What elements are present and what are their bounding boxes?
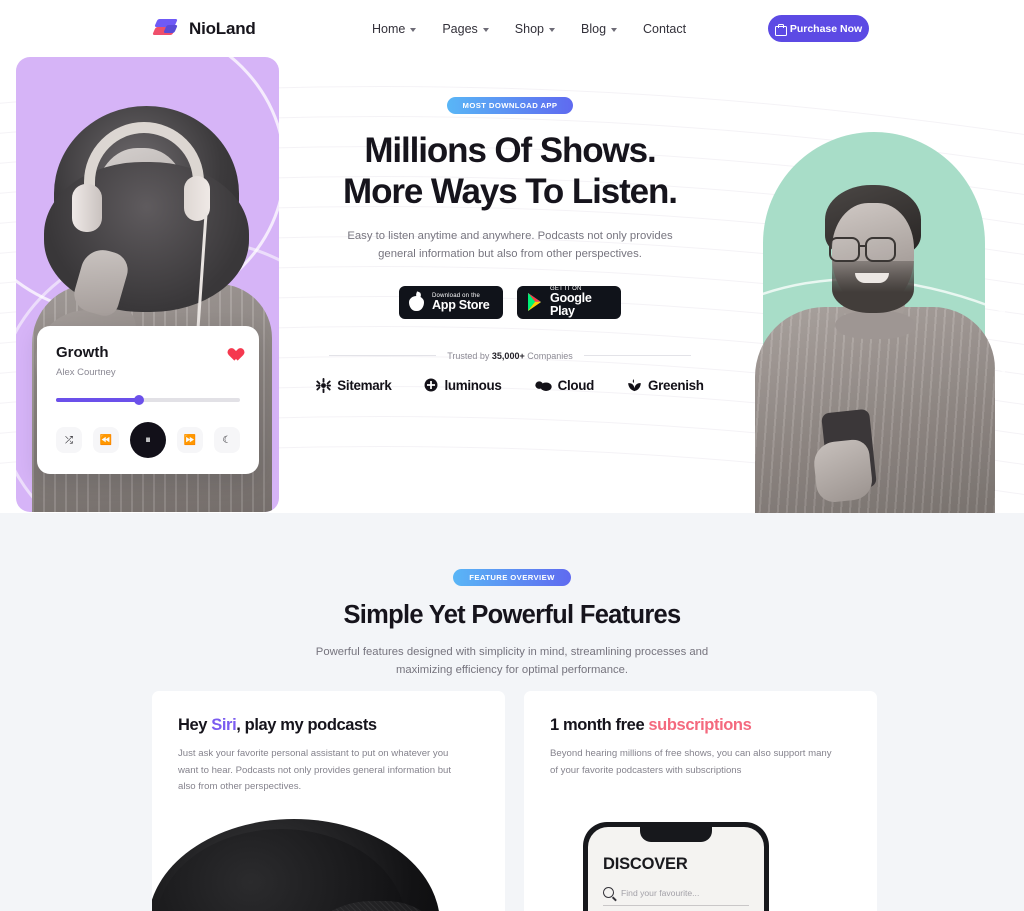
divider-right <box>583 355 691 357</box>
logo-luminous-label: luminous <box>444 377 502 393</box>
phone-search-placeholder: Find your favourite... <box>621 887 700 898</box>
greenish-leaf-icon <box>628 379 641 392</box>
phone-notch <box>640 827 712 842</box>
heart-icon[interactable] <box>225 343 240 357</box>
nav-item-shop-label: Shop <box>514 21 544 36</box>
chevron-down-icon <box>549 27 555 32</box>
features-subtitle: Powerful features designed with simplici… <box>315 646 709 677</box>
nioland-parallelogram-logo-icon <box>152 18 180 40</box>
trusted-by-row: Trusted by 35,000+ Companies <box>290 351 730 361</box>
player-progress-knob[interactable] <box>133 395 144 405</box>
apple-icon <box>408 292 425 312</box>
main-nav: Home Pages Shop Blog Contact <box>372 22 686 36</box>
logo-cloud-label: Cloud <box>557 377 595 393</box>
logo-luminous: luminous <box>424 377 502 393</box>
player-progress-fill <box>56 398 139 402</box>
brand-logo[interactable]: NioLand <box>152 18 256 40</box>
hero-badge: MOST DOWNLOAD APP <box>446 97 574 114</box>
features-header: FEATURE OVERVIEW Simple Yet Powerful Fea… <box>0 567 1024 680</box>
nav-item-pages[interactable]: Pages <box>442 21 489 36</box>
divider-left <box>329 355 437 357</box>
discover-heading: DISCOVER <box>603 855 688 873</box>
music-player-card: Growth Alex Courtney ⤮ ⏪ ⏸ ⏩ ☾ <box>37 326 259 474</box>
man-with-glasses-holding-phone-photo <box>743 173 1005 513</box>
luminous-circle-plus-icon <box>424 378 438 392</box>
landing-page: MOST DOWNLOAD APP Millions Of Shows. Mor… <box>0 0 1024 911</box>
feature-card-subscriptions-highlight: subscriptions <box>648 716 752 734</box>
brand-name: NioLand <box>189 18 256 38</box>
app-store-big-label: App Store <box>432 297 490 312</box>
forward-icon[interactable]: ⏩ <box>177 427 203 453</box>
phone-screen: DISCOVER Find your favourite... <box>588 827 764 911</box>
chevron-down-icon <box>482 27 489 32</box>
rewind-icon[interactable]: ⏪ <box>93 427 119 453</box>
feature-card-siri-highlight: Siri <box>211 716 237 734</box>
app-store-button[interactable]: Download on the App Store <box>399 285 503 319</box>
phone-mockup: DISCOVER Find your favourite... <box>583 822 769 911</box>
app-store-buttons: Download on the App Store GET IT ON Goog… <box>290 285 730 319</box>
nav-item-home[interactable]: Home <box>372 21 417 36</box>
sitemark-asterisk-icon <box>316 377 332 393</box>
trusted-count: 35,000+ <box>491 350 525 361</box>
hero-title-line-2: More Ways To Listen. <box>343 171 678 211</box>
feature-card-siri: Hey Siri, play my podcasts Just ask your… <box>152 691 505 911</box>
logo-greenish-label: Greenish <box>648 377 704 393</box>
search-icon <box>603 887 614 898</box>
nav-item-home-label: Home <box>372 21 406 36</box>
phone-search-field[interactable]: Find your favourite... <box>603 887 749 898</box>
hero-right-image <box>743 122 1005 513</box>
logo-sitemark: Sitemark <box>316 377 392 393</box>
phone-search-underline <box>603 905 749 906</box>
feature-card-subscriptions: 1 month free subscriptions Beyond hearin… <box>524 691 877 911</box>
player-progress-track[interactable] <box>56 395 240 405</box>
nav-item-blog[interactable]: Blog <box>581 21 618 36</box>
hero-title-line-1: Millions Of Shows. <box>364 131 656 170</box>
hero-content: MOST DOWNLOAD APP Millions Of Shows. Mor… <box>290 95 730 393</box>
trusted-by-text: Trusted by 35,000+ Companies <box>447 350 573 361</box>
shopping-bag-icon <box>774 23 787 36</box>
hero-section: MOST DOWNLOAD APP Millions Of Shows. Mor… <box>0 0 1024 513</box>
hero-subtitle: Easy to listen anytime and anywhere. Pod… <box>347 230 673 261</box>
player-controls: ⤮ ⏪ ⏸ ⏩ ☾ <box>56 422 240 458</box>
shuffle-icon[interactable]: ⤮ <box>56 427 82 453</box>
chevron-down-icon <box>410 27 417 32</box>
site-header: NioLand Home Pages Shop Blog Contact Pur… <box>0 0 1024 57</box>
logo-cloud: Cloud <box>534 377 595 393</box>
google-play-icon <box>526 292 543 312</box>
logo-greenish: Greenish <box>627 378 704 393</box>
logo-sitemark-label: Sitemark <box>337 377 392 393</box>
hero-title: Millions Of Shows. More Ways To Listen. <box>290 131 730 212</box>
moon-icon[interactable]: ☾ <box>214 427 240 453</box>
cloud-icon <box>534 381 552 391</box>
client-logos: Sitemark luminous Cloud Greenish <box>290 377 730 393</box>
nav-item-blog-label: Blog <box>581 21 607 36</box>
nav-item-contact[interactable]: Contact <box>643 22 686 36</box>
google-play-big-label: Google Play <box>550 291 592 319</box>
purchase-now-button[interactable]: Purchase Now <box>768 15 869 42</box>
nav-item-contact-label: Contact <box>643 21 687 36</box>
feature-card-subscriptions-desc: Beyond hearing millions of free shows, y… <box>550 748 832 776</box>
nav-item-pages-label: Pages <box>442 21 478 36</box>
feature-cards: Hey Siri, play my podcasts Just ask your… <box>152 691 877 911</box>
pause-icon[interactable]: ⏸ <box>130 422 166 458</box>
player-artist-name: Alex Courtney <box>56 367 116 378</box>
feature-card-subscriptions-title: 1 month free subscriptions <box>550 716 752 734</box>
player-track-title: Growth <box>56 344 109 361</box>
chevron-down-icon <box>611 27 618 32</box>
purchase-now-label: Purchase Now <box>789 22 863 35</box>
features-badge: FEATURE OVERVIEW <box>453 569 571 586</box>
features-title: Simple Yet Powerful Features <box>343 601 681 629</box>
nav-item-shop[interactable]: Shop <box>515 22 555 36</box>
feature-card-siri-desc: Just ask your favorite personal assistan… <box>178 748 452 792</box>
feature-card-siri-title: Hey Siri, play my podcasts <box>178 716 377 734</box>
google-play-button[interactable]: GET IT ON Google Play <box>517 285 621 319</box>
